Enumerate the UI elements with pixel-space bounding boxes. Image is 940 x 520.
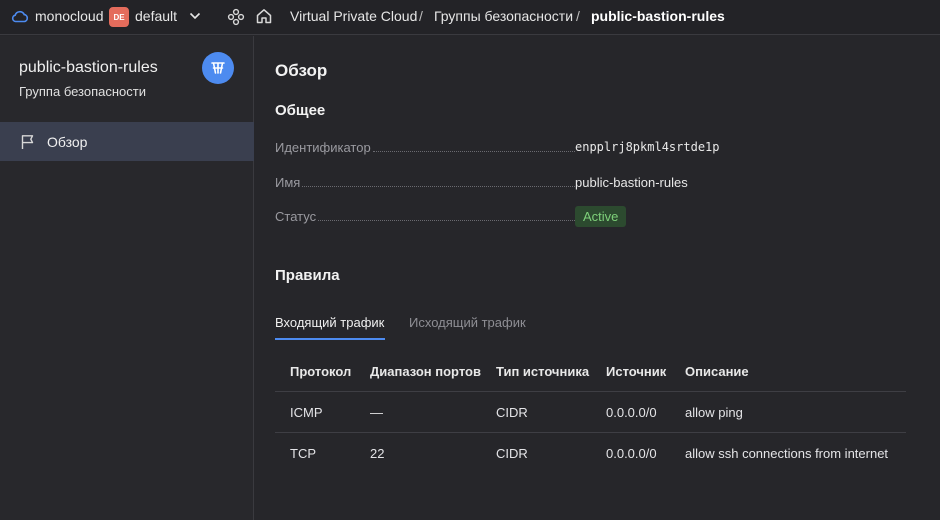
- sidebar-title: public-bastion-rules: [19, 59, 158, 76]
- column-header-description: Описание: [685, 364, 749, 379]
- cell-port-range: 22: [370, 446, 385, 461]
- chevron-down-icon[interactable]: [189, 11, 201, 21]
- field-status-label: Статус: [275, 209, 317, 224]
- field-name-row: Имя public-bastion-rules: [275, 175, 688, 193]
- breadcrumb-current: public-bastion-rules: [591, 8, 725, 24]
- column-header-source: Источник: [606, 364, 667, 379]
- flag-icon: [21, 135, 34, 149]
- column-header-source-type: Тип источника: [496, 364, 590, 379]
- breadcrumb-security-groups[interactable]: Группы безопасности: [434, 8, 573, 24]
- top-bar: monocloud DE default Virtual Private Clo…: [0, 0, 940, 35]
- column-header-port-range: Диапазон портов: [370, 364, 481, 379]
- folder-badge[interactable]: DE: [109, 7, 129, 27]
- services-icon[interactable]: [227, 8, 245, 26]
- cell-source-type: CIDR: [496, 446, 528, 461]
- field-status-row: Статус Active: [275, 206, 627, 227]
- section-general-heading: Общее: [275, 102, 326, 119]
- section-rules-heading: Правила: [275, 267, 340, 284]
- cell-source-type: CIDR: [496, 405, 528, 420]
- sidebar-item-label: Обзор: [47, 134, 88, 150]
- table-row[interactable]: TCP 22 CIDR 0.0.0.0/0 allow ssh connecti…: [275, 433, 906, 474]
- main-content: Обзор Общее Идентификатор enpplrj8pkml4s…: [255, 36, 940, 520]
- field-id-row: Идентификатор enpplrj8pkml4srtde1p: [275, 140, 720, 158]
- leader-dots: [302, 186, 575, 187]
- tab-outbound[interactable]: Исходящий трафик: [409, 315, 526, 330]
- sidebar: public-bastion-rules Группа безопасности…: [0, 36, 254, 520]
- tab-inbound[interactable]: Входящий трафик: [275, 315, 384, 330]
- field-name-value: public-bastion-rules: [575, 175, 688, 190]
- leader-dots: [372, 151, 575, 152]
- home-icon[interactable]: [255, 7, 273, 25]
- page-title: Обзор: [275, 61, 328, 80]
- cell-port-range: —: [370, 405, 383, 420]
- field-id-value[interactable]: enpplrj8pkml4srtde1p: [575, 140, 720, 154]
- cell-protocol: TCP: [290, 446, 316, 461]
- table-header-row: Протокол Диапазон портов Тип источника И…: [275, 351, 906, 392]
- sidebar-item-overview[interactable]: Обзор: [0, 122, 254, 161]
- field-name-label: Имя: [275, 175, 301, 190]
- security-group-icon: [211, 62, 225, 74]
- sidebar-subtitle: Группа безопасности: [19, 84, 146, 99]
- cell-description: allow ping: [685, 405, 743, 420]
- breadcrumb-vpc[interactable]: Virtual Private Cloud: [290, 8, 417, 24]
- column-header-protocol: Протокол: [290, 364, 352, 379]
- cloud-icon[interactable]: [11, 9, 29, 23]
- cell-source: 0.0.0.0/0: [606, 405, 657, 420]
- field-id-label: Идентификатор: [275, 140, 371, 155]
- active-tab-indicator: [275, 338, 385, 340]
- leader-dots: [318, 220, 575, 221]
- breadcrumb-separator: /: [576, 8, 580, 24]
- cell-description: allow ssh connections from internet: [685, 446, 889, 461]
- status-badge: Active: [575, 206, 627, 227]
- cell-source: 0.0.0.0/0: [606, 446, 657, 461]
- cell-protocol: ICMP: [290, 405, 323, 420]
- org-name[interactable]: monocloud: [35, 8, 104, 24]
- rules-table: Протокол Диапазон портов Тип источника И…: [275, 351, 906, 474]
- breadcrumb-separator: /: [419, 8, 423, 24]
- folder-name[interactable]: default: [135, 8, 177, 24]
- table-row[interactable]: ICMP — CIDR 0.0.0.0/0 allow ping: [275, 392, 906, 433]
- security-group-avatar: [202, 52, 234, 84]
